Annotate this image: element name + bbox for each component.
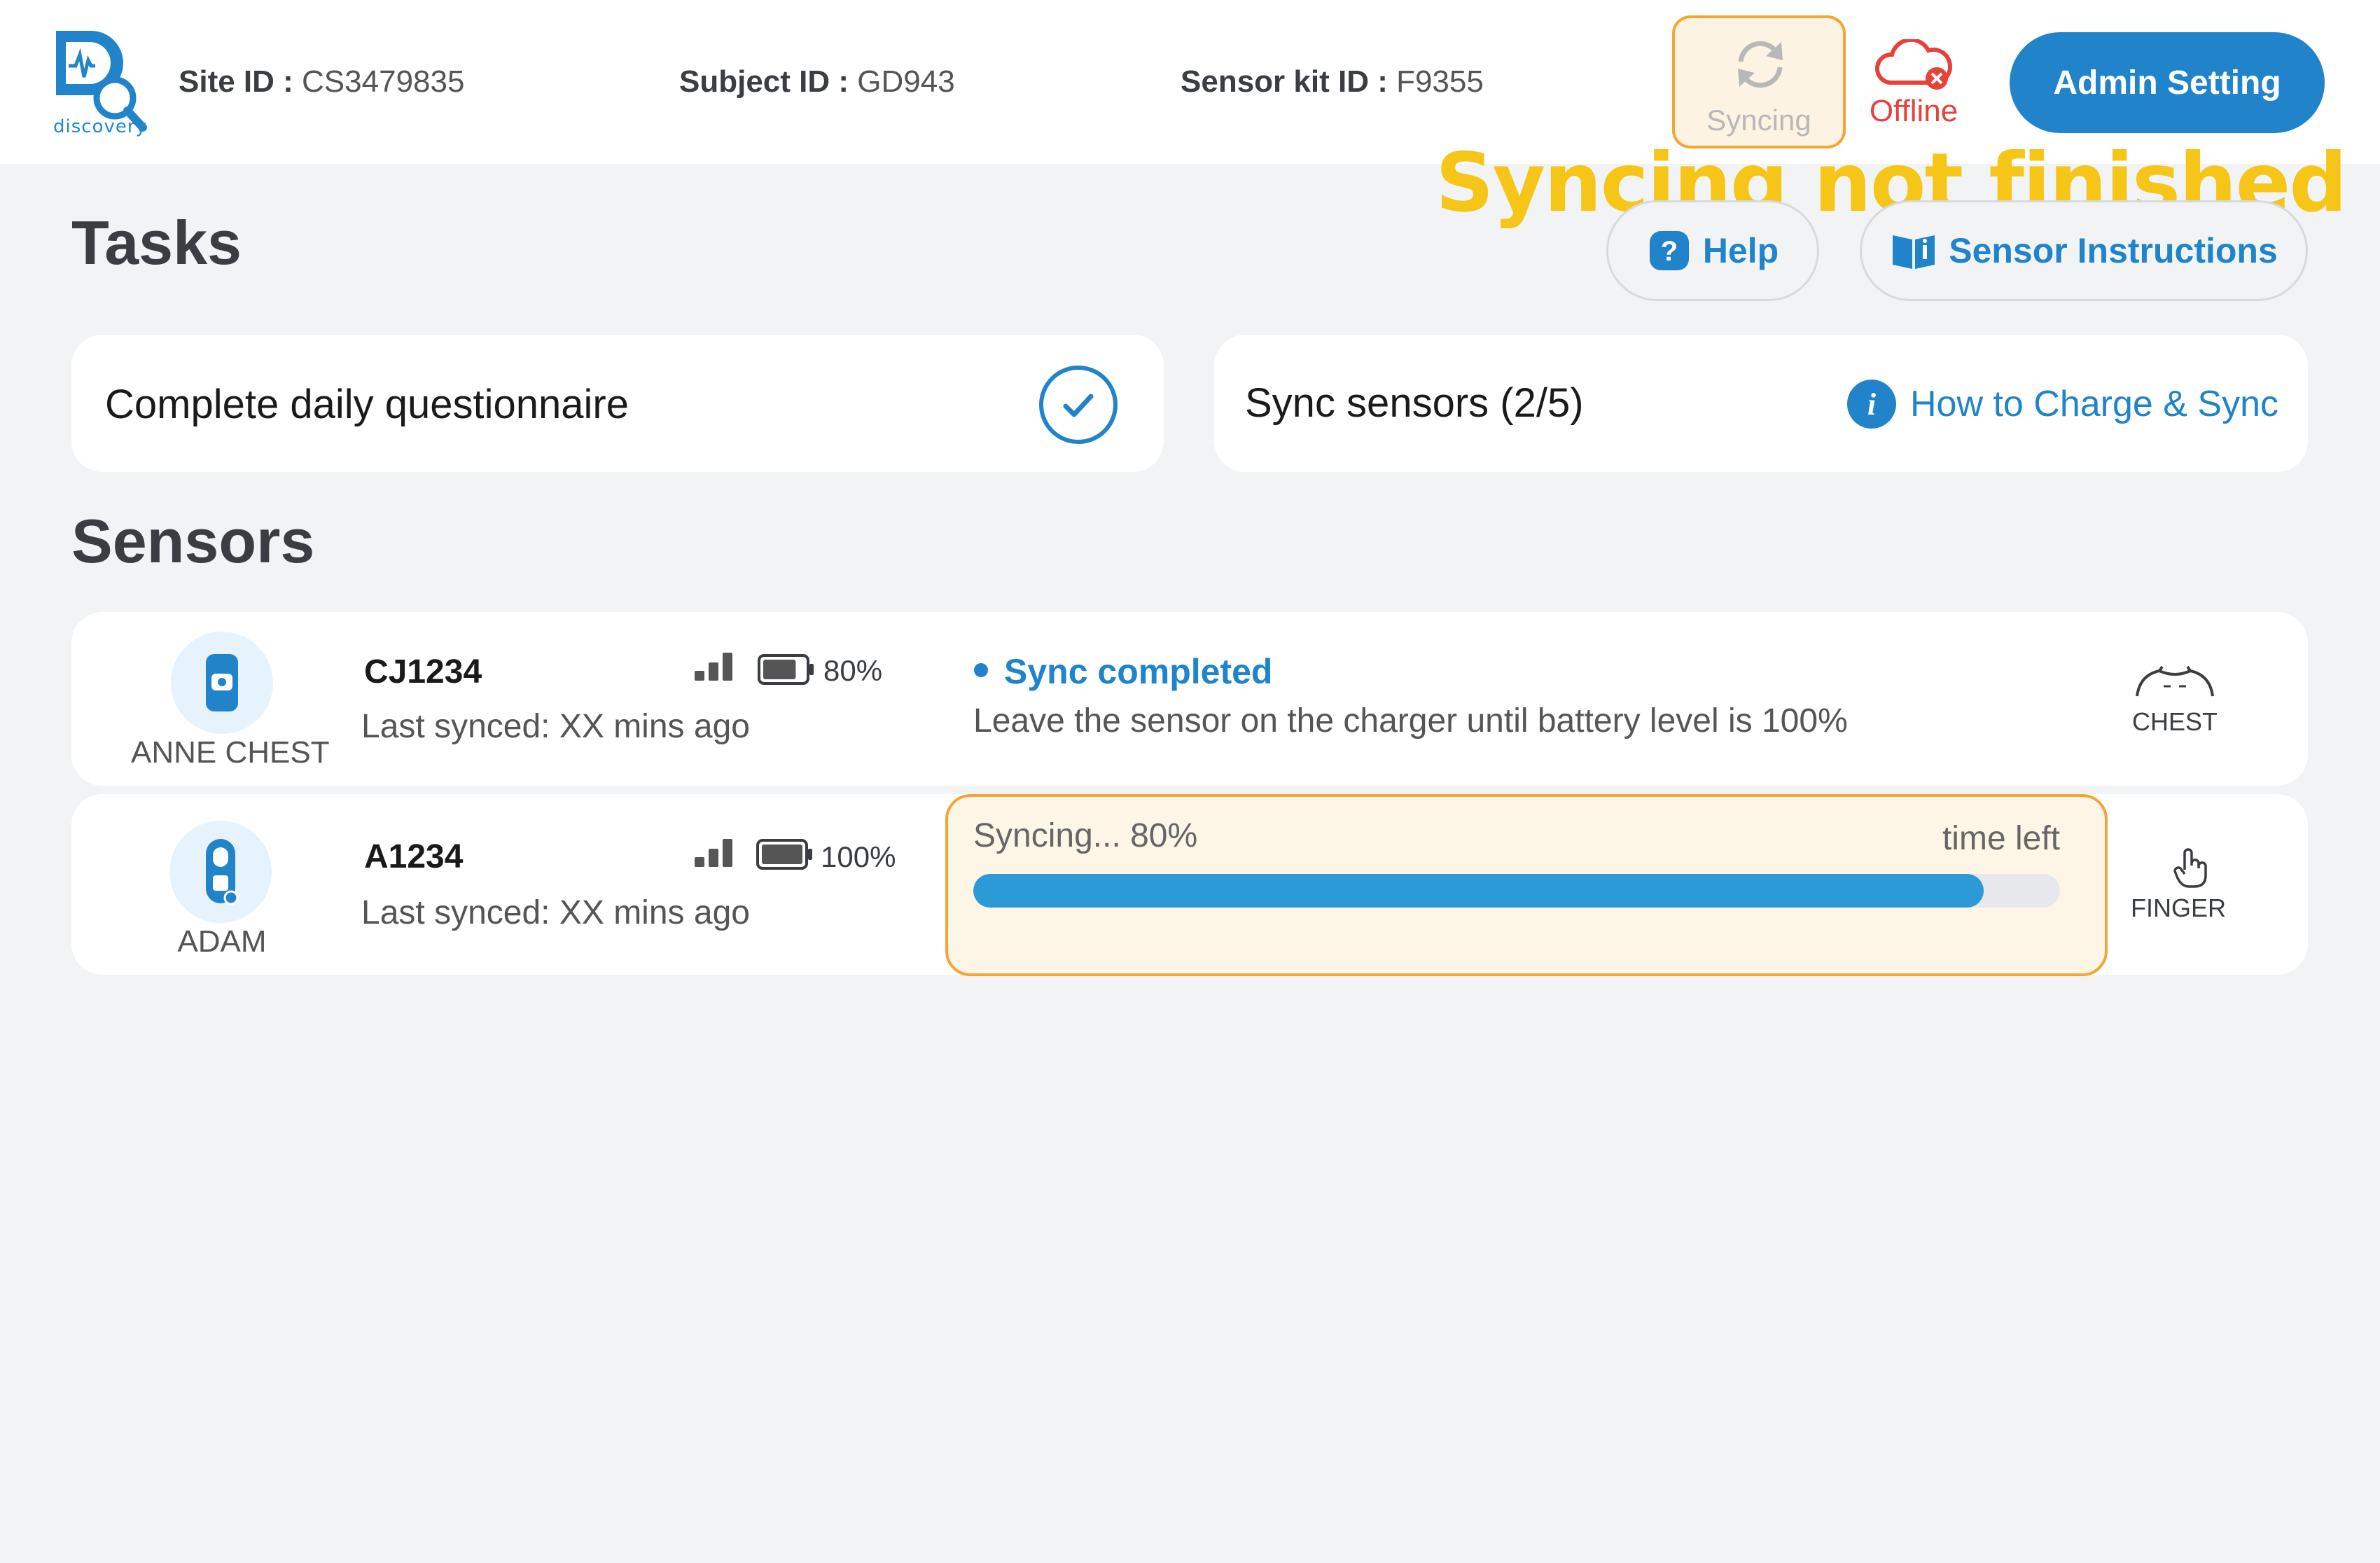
signal-icon [695, 653, 732, 681]
syncing-button[interactable]: Syncing [1672, 15, 1846, 148]
sync-status-description: Leave the sensor on the charger until ba… [973, 702, 1848, 739]
sensor-name: ANNE CHEST [131, 735, 330, 770]
sync-sensors-task-card: Sync sensors (2/5) i How to Charge & Syn… [1214, 335, 2308, 472]
questionnaire-task-card[interactable]: Complete daily questionnaire [71, 335, 1164, 472]
finger-location-icon [2173, 848, 2207, 888]
signal-icon [695, 839, 732, 867]
sensor-instructions-button[interactable]: Sensor Instructions [1860, 200, 2308, 301]
how-to-charge-link[interactable]: i How to Charge & Sync [1846, 378, 2278, 430]
status-dot-icon [974, 663, 988, 677]
battery-icon [756, 839, 812, 870]
svg-text:?: ? [1661, 236, 1678, 267]
logo-wordmark: discovery [53, 116, 147, 137]
sensor-location: FINGER [2130, 894, 2226, 922]
site-id-value: CS3479835 [302, 64, 465, 99]
battery-percent: 80% [823, 654, 883, 687]
avatar [169, 821, 272, 923]
time-left-label: time left [1942, 820, 2060, 857]
sensor-instructions-label: Sensor Instructions [1949, 231, 2278, 270]
subject-id: Subject ID : GD943 [679, 64, 955, 99]
sync-progress-text: Syncing... 80% [973, 817, 1198, 854]
sync-sensors-label: Sync sensors (2/5) [1245, 380, 1584, 426]
svg-text:i: i [1867, 387, 1877, 422]
sensor-id: A1234 [364, 838, 464, 875]
progress-bar [973, 874, 2060, 908]
help-button[interactable]: ? Help [1606, 200, 1819, 301]
subject-id-label: Subject ID : [679, 64, 849, 99]
avatar [171, 632, 273, 734]
sensor-kit-value: F9355 [1396, 64, 1484, 99]
admin-setting-button[interactable]: Admin Setting [2010, 32, 2325, 133]
questionnaire-task-label: Complete daily questionnaire [105, 382, 629, 427]
info-icon: i [1847, 380, 1896, 429]
tasks-title: Tasks [71, 208, 242, 277]
subject-id-value: GD943 [857, 64, 955, 99]
help-label: Help [1702, 231, 1779, 270]
how-to-charge-label: How to Charge & Sync [1910, 384, 2279, 424]
sensor-id: CJ1234 [364, 653, 482, 690]
cloud-offline-icon [1874, 39, 1953, 90]
sensor-row-anne-chest[interactable]: ANNE CHEST CJ1234 Last synced: XX mins a… [71, 612, 2308, 786]
battery-percent: 100% [821, 840, 896, 873]
sync-progress-panel: Syncing... 80% time left [945, 794, 2108, 976]
sensors-title: Sensors [71, 506, 315, 576]
chest-sensor-icon [206, 654, 238, 711]
sensor-name: ADAM [177, 924, 267, 959]
site-id: Site ID : CS3479835 [179, 64, 464, 99]
sensor-kit-label: Sensor kit ID : [1181, 64, 1388, 99]
syncing-label: Syncing [1706, 104, 1811, 137]
check-circle-icon [1039, 366, 1118, 444]
book-info-icon [1893, 235, 1935, 269]
help-icon: ? [1649, 231, 1689, 270]
sensor-location: CHEST [2131, 707, 2218, 736]
sync-icon [1738, 41, 1783, 88]
chest-location-icon [2136, 665, 2214, 697]
battery-icon [758, 654, 814, 685]
sync-status-title: Sync completed [1004, 652, 1273, 691]
last-synced: Last synced: XX mins ago [361, 708, 750, 745]
site-id-label: Site ID : [179, 64, 293, 99]
sensor-kit-id: Sensor kit ID : F9355 [1181, 64, 1484, 99]
progress-bar-fill [973, 874, 1984, 908]
last-synced: Last synced: XX mins ago [361, 894, 750, 931]
finger-sensor-icon [206, 839, 239, 905]
offline-status: Offline [1869, 94, 1958, 128]
